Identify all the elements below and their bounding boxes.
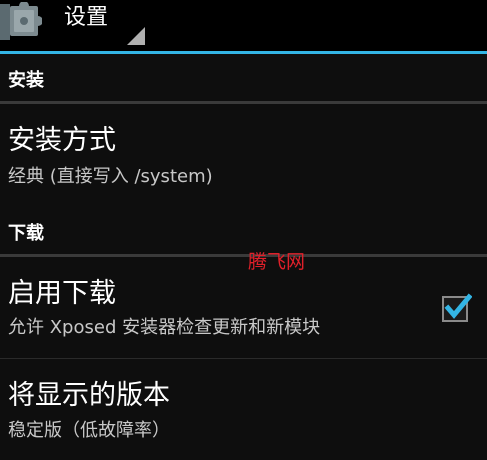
action-bar-accent <box>0 51 487 54</box>
row-divider <box>0 358 487 359</box>
section-header-install: 安装 <box>8 70 44 91</box>
pref-summary: 经典 (直接写入 /system) <box>8 166 213 187</box>
pref-summary: 允许 Xposed 安装器检查更新和新模块 <box>8 317 321 338</box>
page-title[interactable]: 设置 <box>64 4 108 32</box>
pref-title: 安装方式 <box>8 125 116 156</box>
pref-summary: 稳定版（低故障率） <box>8 420 170 441</box>
section-divider <box>0 254 487 257</box>
settings-screen: 设置 安装 安装方式 经典 (直接写入 /system) 下载 腾飞网 启用下载… <box>0 0 487 460</box>
checkmark-icon <box>444 293 472 319</box>
section-divider <box>0 101 487 104</box>
action-bar: 设置 <box>0 0 487 51</box>
section-header-download: 下载 <box>8 223 44 244</box>
spinner-indicator-icon[interactable] <box>127 27 145 45</box>
pref-title: 将显示的版本 <box>8 380 170 411</box>
puzzle-piece-icon[interactable] <box>0 1 43 42</box>
pref-title: 启用下载 <box>8 278 116 309</box>
watermark-text: 腾飞网 <box>248 251 306 273</box>
enable-downloads-checkbox[interactable] <box>442 293 472 322</box>
